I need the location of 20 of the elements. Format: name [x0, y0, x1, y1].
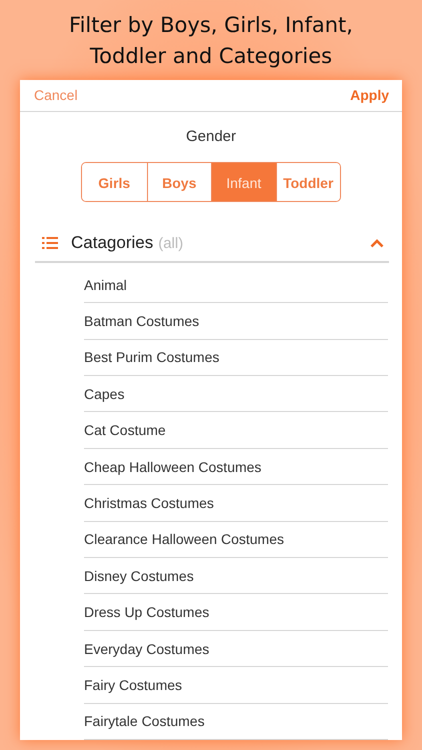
category-item[interactable]: Disney Costumes: [84, 568, 194, 584]
list-icon: [42, 237, 58, 250]
gender-title: Gender: [184, 128, 238, 145]
category-item[interactable]: Fairytale Costumes: [84, 713, 205, 730]
category-item[interactable]: Capes: [84, 386, 124, 402]
categories-header[interactable]: Catagories (all): [35, 232, 389, 263]
categories-title: Catagories: [71, 233, 154, 254]
headline: Filter by Boys, Girls, Infant, Toddler and Categories: [68, 12, 354, 70]
category-item[interactable]: Fairy Costumes: [84, 676, 182, 693]
category-item[interactable]: Animal: [84, 276, 127, 293]
category-item[interactable]: Dress Up Costumes: [84, 604, 210, 620]
category-item[interactable]: Christmas Costumes: [84, 494, 214, 511]
category-item[interactable]: Clearance Halloween Costumes: [84, 531, 284, 548]
category-item[interactable]: Cheap Halloween Costumes: [84, 458, 262, 475]
chevron-icon: [370, 238, 384, 248]
category-item[interactable]: Cat Costume: [84, 422, 166, 438]
category-item[interactable]: Everyday Costumes: [84, 640, 210, 657]
category-item[interactable]: Best Purim Costumes: [84, 349, 220, 366]
category-item[interactable]: Batman Costumes: [84, 313, 200, 329]
categories-hint: (all): [158, 234, 184, 252]
